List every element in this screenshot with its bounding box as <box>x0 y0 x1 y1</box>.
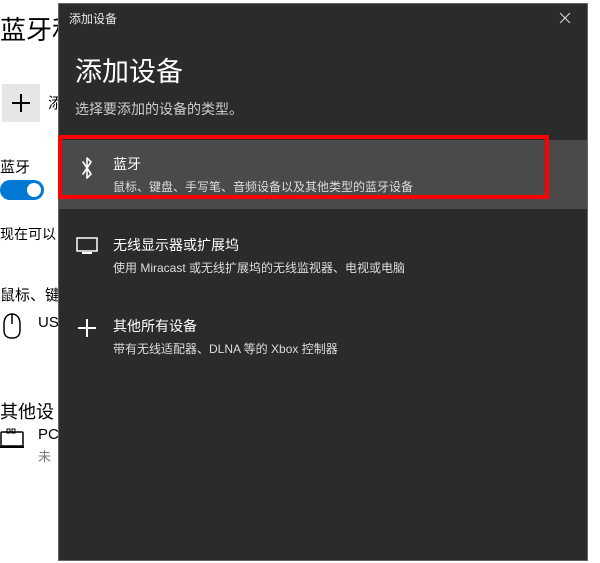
plus-icon <box>12 94 30 112</box>
option-title: 无线显示器或扩展坞 <box>113 235 571 255</box>
dialog-subtext: 选择要添加的设备的类型。 <box>75 99 571 119</box>
option-bluetooth[interactable]: 蓝牙 鼠标、键盘、手写笔、音频设备以及其他类型的蓝牙设备 <box>59 140 587 209</box>
option-title: 其他所有设备 <box>113 316 571 336</box>
bg-bluetooth-toggle[interactable] <box>0 180 44 200</box>
option-desc: 使用 Miracast 或无线扩展坞的无线监视器、电视或电脑 <box>113 259 571 276</box>
close-icon <box>559 12 571 24</box>
bg-add-button[interactable] <box>2 84 40 122</box>
device-icon <box>0 428 30 450</box>
bluetooth-icon <box>75 154 99 180</box>
option-title: 蓝牙 <box>113 154 571 174</box>
bg-mouse-subhead: 鼠标、键 <box>0 284 60 305</box>
device-type-list: 蓝牙 鼠标、键盘、手写笔、音频设备以及其他类型的蓝牙设备 无线显示器或扩展坞 使… <box>59 140 587 371</box>
plus-icon <box>75 316 99 338</box>
dialog-body: 添加设备 选择要添加的设备的类型。 <box>59 32 587 119</box>
bg-pc-status: 未 <box>38 446 51 465</box>
dialog-titlebar: 添加设备 <box>59 4 587 32</box>
dialog-title-text: 添加设备 <box>69 10 117 27</box>
dialog-heading: 添加设备 <box>75 50 571 89</box>
mouse-icon <box>2 312 22 340</box>
bg-bt-subhead: 蓝牙 <box>0 156 30 177</box>
bg-other-subhead: 其他设 <box>0 398 54 424</box>
add-device-dialog: 添加设备 添加设备 选择要添加的设备的类型。 蓝牙 鼠标、键盘、手写笔、音频设备… <box>58 3 588 561</box>
option-desc: 带有无线适配器、DLNA 等的 Xbox 控制器 <box>113 340 571 357</box>
bg-pc-label: PC <box>38 426 59 443</box>
option-wireless-display[interactable]: 无线显示器或扩展坞 使用 Miracast 或无线扩展坞的无线监视器、电视或电脑 <box>59 221 587 290</box>
bg-usb-label: US <box>38 314 59 331</box>
bg-discover-text: 现在可以 <box>0 224 56 244</box>
close-button[interactable] <box>543 4 587 32</box>
option-other[interactable]: 其他所有设备 带有无线适配器、DLNA 等的 Xbox 控制器 <box>59 302 587 371</box>
option-desc: 鼠标、键盘、手写笔、音频设备以及其他类型的蓝牙设备 <box>113 178 571 195</box>
display-icon <box>75 235 99 255</box>
